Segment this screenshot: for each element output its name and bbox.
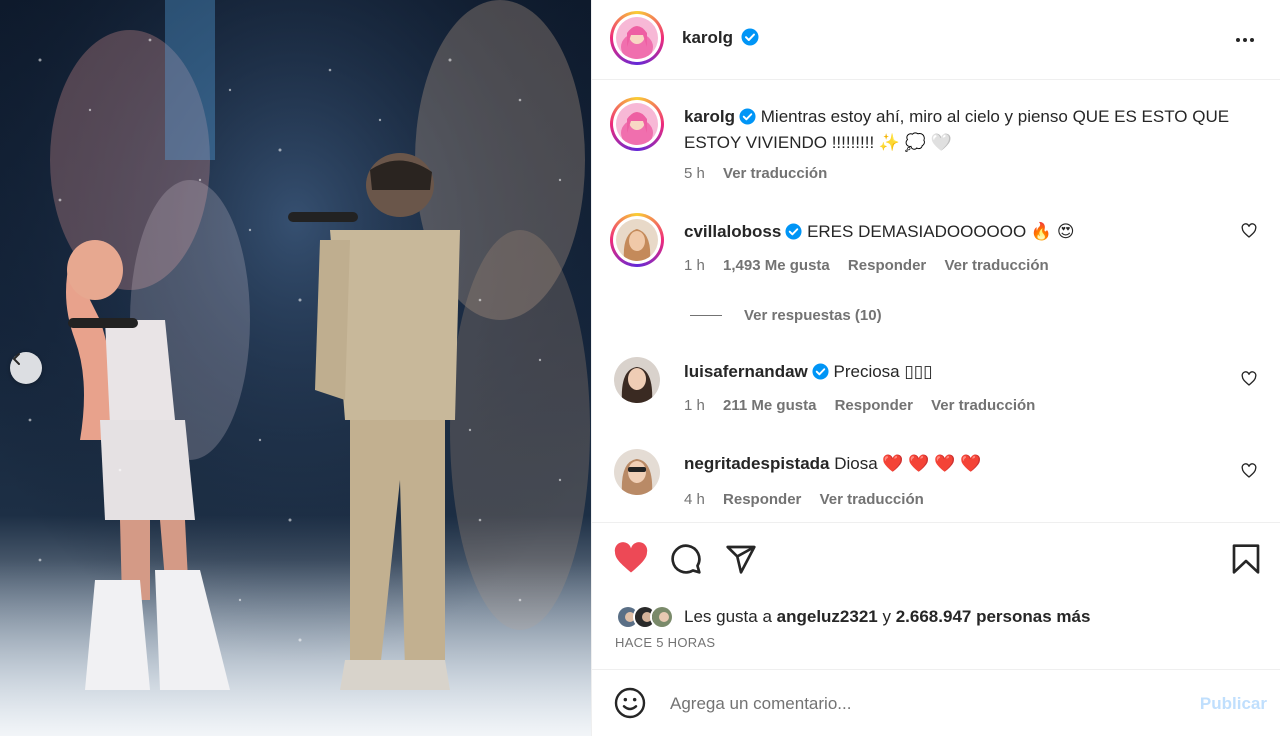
comment-avatar[interactable] — [614, 357, 660, 403]
comment-likes[interactable]: 211 Me gusta — [723, 397, 816, 414]
comments-list[interactable]: karolg Mientras estoy ahí, miro al cielo… — [592, 81, 1280, 522]
heart-outline-icon — [1241, 463, 1257, 478]
liker-avatar — [650, 605, 674, 629]
comment-input[interactable] — [670, 690, 1170, 718]
comment-username[interactable]: negritadespistada — [684, 454, 830, 473]
likes-prefix: Les gusta a — [684, 607, 772, 626]
comment-avatar[interactable] — [614, 449, 660, 495]
view-replies-button[interactable]: Ver respuestas (10) — [690, 307, 882, 324]
verified-badge-icon — [741, 28, 759, 46]
chevron-left-icon — [13, 353, 20, 365]
caption-author-avatar[interactable] — [610, 97, 664, 151]
verified-badge-icon — [812, 363, 829, 380]
heart-outline-icon — [1241, 223, 1257, 238]
post-header: karolg — [592, 0, 1280, 80]
comment-like-button[interactable] — [1241, 371, 1257, 392]
caption-meta: 5 h Ver traducción — [684, 165, 841, 182]
caption-translate-link[interactable]: Ver traducción — [723, 165, 827, 182]
post-actions: Les gusta a angeluz2321 y 2.668.947 pers… — [592, 522, 1280, 670]
comment-text: Preciosa ▯▯▯ — [833, 362, 933, 381]
post-time[interactable]: HACE 5 HORAS — [615, 635, 715, 650]
comment-meta: 1 h 1,493 Me gusta Responder Ver traducc… — [684, 257, 1063, 274]
reply-button[interactable]: Responder — [848, 257, 926, 274]
comment-composer: Publicar — [592, 670, 1280, 736]
emoji-button[interactable] — [614, 687, 646, 724]
emoji-icon — [614, 687, 646, 719]
translate-link[interactable]: Ver traducción — [820, 491, 924, 508]
comment-meta: 4 h Responder Ver traducción — [684, 491, 938, 508]
publish-button[interactable]: Publicar — [1200, 694, 1267, 714]
comment-likes[interactable]: 1,493 Me gusta — [723, 257, 830, 274]
author-avatar[interactable] — [610, 11, 664, 65]
previous-photo-button[interactable] — [10, 352, 42, 384]
author-avatar-image — [616, 17, 658, 59]
comment-time[interactable]: 1 h — [684, 257, 705, 274]
translate-link[interactable]: Ver traducción — [944, 257, 1048, 274]
comment-avatar[interactable] — [610, 213, 664, 267]
likes-user-link[interactable]: angeluz2321 — [777, 607, 878, 627]
view-replies-label: Ver respuestas (10) — [744, 307, 882, 324]
comment-text-block: negritadespistada Diosa ❤️ ❤️ ❤️ ❤️ — [684, 451, 1244, 477]
likes-others-link[interactable]: 2.668.947 personas más — [896, 607, 1091, 627]
replies-divider-line — [690, 315, 722, 316]
author-username[interactable]: karolg — [682, 28, 733, 47]
concert-photo-illustration — [0, 0, 591, 736]
like-button[interactable] — [613, 542, 649, 579]
comment-time[interactable]: 4 h — [684, 491, 705, 508]
comment-text-block: luisafernandaw Preciosa ▯▯▯ — [684, 359, 1244, 385]
comment-like-button[interactable] — [1241, 223, 1257, 244]
comment-meta: 1 h 211 Me gusta Responder Ver traducció… — [684, 397, 1049, 414]
caption-text: Mientras estoy ahí, miro al cielo y pien… — [684, 107, 1230, 152]
comment-username[interactable]: cvillaloboss — [684, 222, 781, 241]
comment-icon — [671, 544, 701, 574]
commenter-avatar-image — [614, 357, 660, 403]
reply-button[interactable]: Responder — [723, 491, 801, 508]
comment-time[interactable]: 1 h — [684, 397, 705, 414]
caption-text-block: karolg Mientras estoy ahí, miro al cielo… — [684, 104, 1244, 156]
post-photo — [0, 0, 591, 736]
commenter-avatar-image — [616, 219, 658, 261]
comment-text-block: cvillaloboss ERES DEMASIADOOOOOO 🔥 😍 — [684, 219, 1244, 245]
comment-text: Diosa ❤️ ❤️ ❤️ ❤️ — [834, 454, 982, 473]
share-button[interactable] — [725, 543, 757, 580]
translate-link[interactable]: Ver traducción — [931, 397, 1035, 414]
post-details-panel: karolg karolg Mientras estoy ahí, miro a… — [591, 0, 1280, 736]
comment-text: ERES DEMASIADOOOOOO 🔥 😍 — [807, 222, 1075, 241]
likes-summary: Les gusta a angeluz2321 y 2.668.947 pers… — [616, 605, 1090, 629]
reply-button[interactable]: Responder — [835, 397, 913, 414]
caption-time[interactable]: 5 h — [684, 165, 705, 182]
heart-outline-icon — [1241, 371, 1257, 386]
bookmark-icon — [1232, 544, 1260, 574]
more-options-button[interactable] — [1233, 28, 1257, 57]
more-horizontal-icon — [1236, 38, 1254, 42]
verified-badge-icon — [785, 223, 802, 240]
verified-badge-icon — [739, 108, 756, 125]
likes-connector: y — [882, 607, 891, 626]
comment-button[interactable] — [670, 543, 702, 580]
commenter-avatar-image — [614, 449, 660, 495]
comment-username[interactable]: luisafernandaw — [684, 362, 808, 381]
send-icon — [726, 545, 756, 574]
heart-filled-icon — [614, 542, 648, 573]
caption-username[interactable]: karolg — [684, 107, 735, 126]
comment-like-button[interactable] — [1241, 463, 1257, 484]
caption-avatar-image — [616, 103, 658, 145]
save-button[interactable] — [1231, 543, 1261, 580]
liker-avatars — [616, 605, 674, 629]
